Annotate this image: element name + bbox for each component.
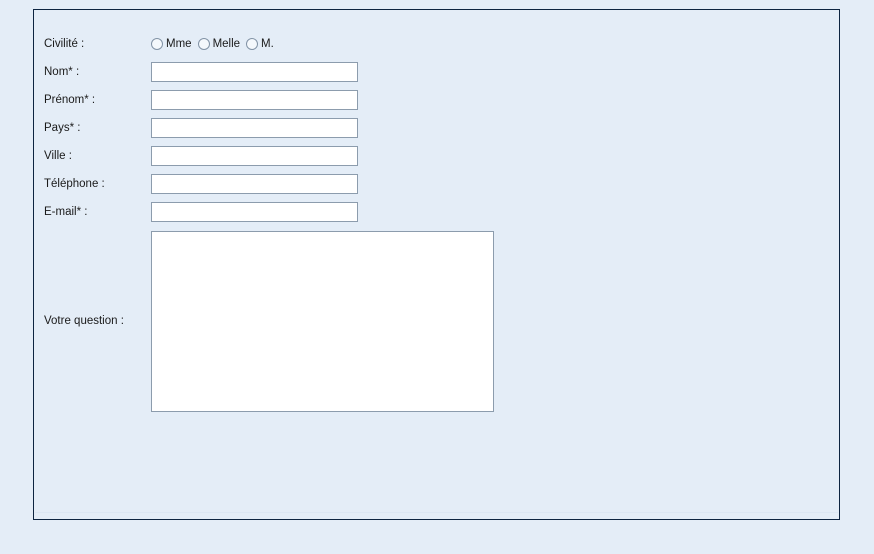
label-nom: Nom* : [44, 66, 80, 78]
label-prenom: Prénom* : [44, 94, 96, 106]
radio-option-mme[interactable]: Mme [151, 38, 192, 50]
field-telephone-wrapper [151, 174, 358, 194]
radio-label-m: M. [261, 38, 274, 50]
prenom-input[interactable] [151, 90, 358, 110]
form-row-prenom: Prénom* : [44, 86, 494, 114]
panel-inner-divider [35, 512, 838, 513]
radio-option-melle[interactable]: Melle [197, 38, 241, 50]
label-pays: Pays* : [44, 122, 81, 134]
label-email: E-mail* : [44, 206, 88, 218]
form-row-nom: Nom* : [44, 58, 494, 86]
field-pays-wrapper [151, 118, 358, 138]
telephone-input[interactable] [151, 174, 358, 194]
civility-radio-group: Mme Melle M. [151, 38, 274, 50]
radio-label-melle: Melle [212, 38, 241, 50]
radio-option-m[interactable]: M. [246, 38, 274, 50]
field-ville-wrapper [151, 146, 358, 166]
pays-input[interactable] [151, 118, 358, 138]
form-row-email: E-mail* : [44, 198, 494, 226]
field-prenom-wrapper [151, 90, 358, 110]
radio-circle-icon[interactable] [197, 38, 210, 50]
form-rows: Civilité : Mme Melle M. Nom* : Prénom*:… [44, 30, 494, 416]
form-row-civilite: Civilité : Mme Melle M. [44, 30, 494, 58]
radio-circle-icon[interactable] [151, 38, 163, 50]
form-row-pays: Pays* : [44, 114, 494, 142]
field-email-wrapper [151, 202, 358, 222]
field-nom-wrapper [151, 62, 358, 82]
field-question-wrapper [151, 230, 494, 412]
label-ville: Ville : [44, 150, 72, 162]
form-row-telephone: Téléphone : [44, 170, 494, 198]
email-input[interactable] [151, 202, 358, 222]
radio-label-mme: Mme [166, 38, 192, 50]
label-civilite: Civilité : [44, 38, 85, 50]
ville-input[interactable] [151, 146, 358, 166]
nom-input[interactable] [151, 62, 358, 82]
radio-circle-icon[interactable] [246, 38, 259, 50]
label-question: Votre question : [44, 315, 124, 327]
contact-form-panel: Civilité : Mme Melle M. Nom* : Prénom*:… [33, 9, 840, 520]
form-row-ville: Ville : [44, 142, 494, 170]
question-textarea[interactable] [151, 230, 494, 412]
form-row-question: Votre question : [44, 226, 494, 416]
label-telephone: Téléphone : [44, 178, 105, 190]
